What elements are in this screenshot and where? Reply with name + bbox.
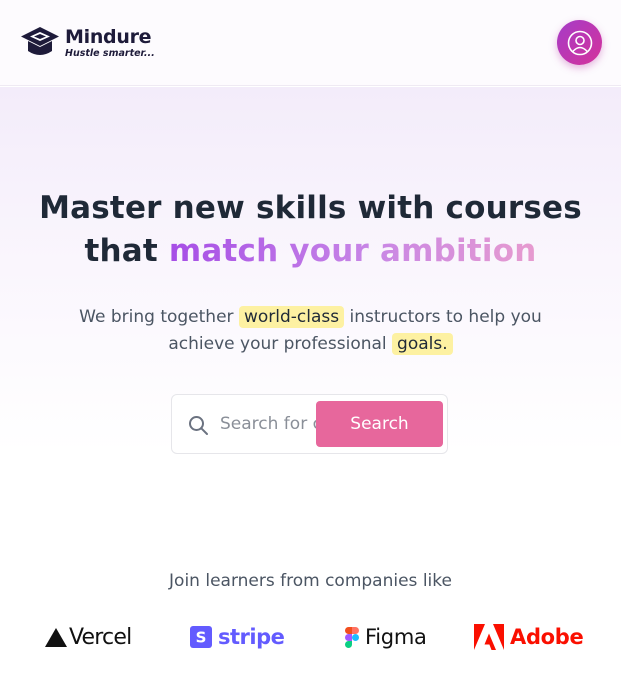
stripe-s-icon: S: [190, 626, 212, 648]
course-search-bar: Search: [171, 394, 448, 454]
hero-subtitle: We bring together world-class instructor…: [0, 304, 621, 358]
site-header: Mindure Hustle smarter...: [0, 0, 621, 86]
graduation-cap-icon: [21, 27, 59, 55]
brand-name: Mindure: [65, 25, 152, 48]
headline-line-2-prefix: that: [84, 233, 169, 269]
figma-icon: [345, 626, 359, 648]
company-logos: Vercel S stripe Figma Adobe: [0, 620, 621, 656]
company-name-stripe: stripe: [218, 625, 285, 649]
vercel-triangle-icon: [45, 627, 67, 647]
company-name-adobe: Adobe: [510, 625, 584, 649]
highlight-goals: goals.: [392, 333, 453, 355]
svg-text:S: S: [196, 629, 207, 647]
user-icon: [567, 30, 592, 55]
highlight-world-class: world-class: [238, 306, 345, 328]
brand-logo[interactable]: Mindure Hustle smarter...: [20, 24, 155, 60]
company-name-vercel: Vercel: [69, 624, 132, 650]
company-logo-vercel: Vercel: [44, 620, 132, 654]
headline-line-1: Master new skills with courses: [39, 190, 582, 226]
search-input[interactable]: [220, 406, 316, 442]
adobe-icon: [474, 624, 504, 650]
hero-headline: Master new skills with courses that matc…: [0, 187, 621, 273]
subtitle-text-3: achieve your professional: [168, 334, 393, 354]
search-button[interactable]: Search: [316, 401, 443, 447]
user-profile-button[interactable]: [557, 20, 602, 65]
search-icon: [189, 416, 208, 435]
subtitle-text-2: instructors to help you: [344, 307, 542, 327]
companies-heading: Join learners from companies like: [169, 571, 452, 591]
headline-gradient-text: match your ambition: [168, 233, 537, 269]
brand-tagline: Hustle smarter...: [65, 47, 155, 59]
company-logo-stripe: S stripe: [190, 620, 285, 654]
company-logo-figma: Figma: [345, 620, 427, 654]
subtitle-text-1: We bring together: [79, 307, 239, 327]
company-name-figma: Figma: [365, 625, 427, 649]
company-logo-adobe: Adobe: [474, 620, 584, 654]
